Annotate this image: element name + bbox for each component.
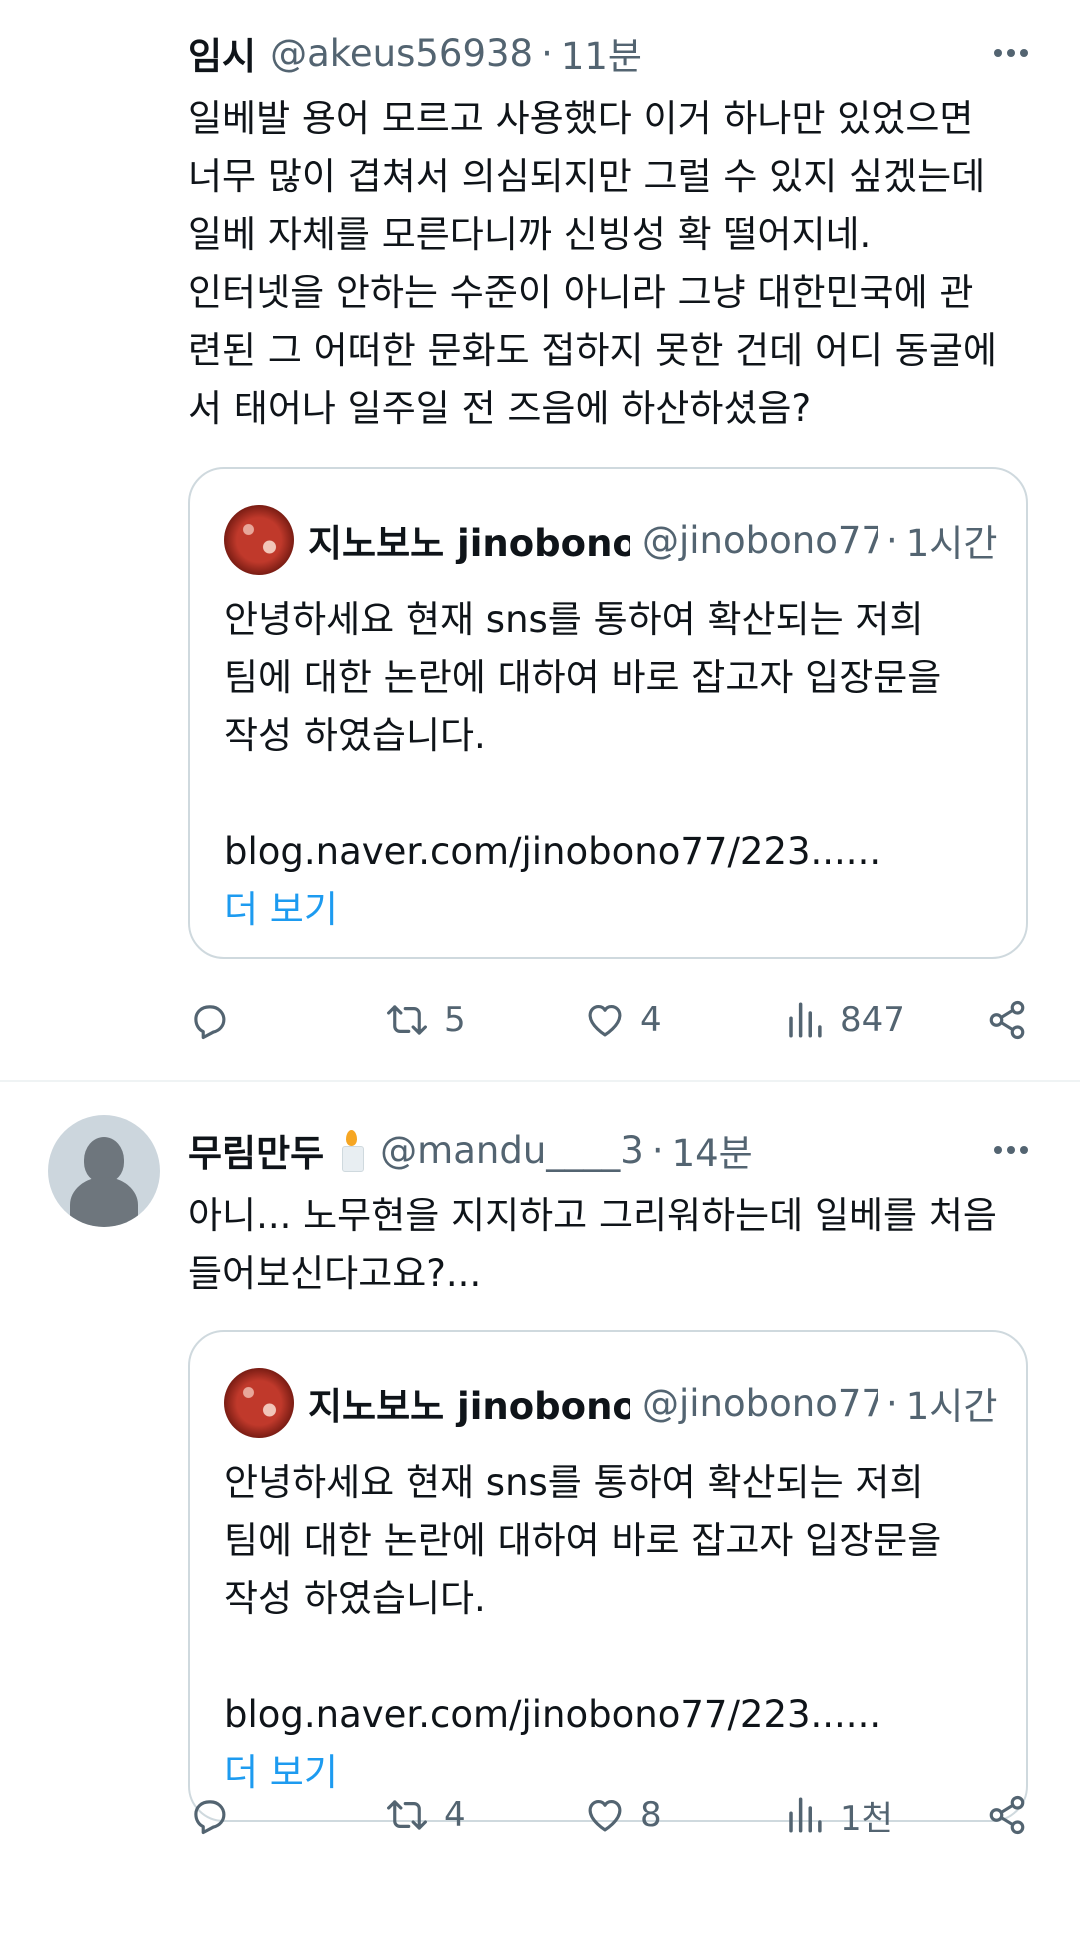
quoted-text-line: 안녕하세요 현재 sns를 통하여 확산되는 저희 [224, 598, 924, 641]
quoted-text-line: 팀에 대한 논란에 대하여 바로 잡고자 입장문을 [224, 1519, 942, 1562]
share-icon [989, 1795, 1025, 1835]
like-count: 4 [640, 1000, 662, 1040]
reply-icon [194, 1005, 226, 1040]
views-count: 1천 [840, 1798, 893, 1839]
share-button[interactable] [986, 1780, 1028, 1850]
quoted-avatar [224, 1368, 294, 1438]
quoted-author-name: 지노보노 jinobono [308, 522, 630, 565]
tweet-text-line: 아니... 노무현을 지지하고 그리워하는데 일베를 처음 [188, 1194, 997, 1237]
like-button[interactable]: 8 [584, 1780, 662, 1850]
show-more-link[interactable]: 더 보기 [224, 881, 992, 939]
timestamp[interactable]: 14분 [672, 1123, 753, 1177]
candle-emoji [340, 1130, 365, 1172]
quoted-tweet-header: 지노보노 jinobono @jinobono77 · 1시간 [224, 1368, 998, 1438]
default-avatar-shoulders [70, 1177, 138, 1227]
tweet-text: 아니... 노무현을 지지하고 그리워하는데 일베를 처음 들어보신다고요?..… [188, 1187, 1028, 1303]
separator-dot: · [886, 518, 898, 562]
tweet-text-line: 일베발 용어 모르고 사용했다 이거 하나만 있었으면 [188, 97, 974, 140]
tweet[interactable]: 임시 @akeus56938 · 11분 일베발 용어 모르고 사용했다 이거 … [0, 0, 1080, 1080]
separator-dot: · [541, 31, 553, 75]
quoted-tweet-header: 지노보노 jinobono @jinobono77 · 1시간 [224, 505, 998, 575]
quoted-text-line: 작성 하였습니다. [224, 714, 486, 757]
quoted-link[interactable]: blog.naver.com/jinobono77/223...... [224, 823, 992, 881]
tweet-content: 임시 @akeus56938 · 11분 일베발 용어 모르고 사용했다 이거 … [188, 18, 1028, 438]
author-name[interactable]: 무림만두 [188, 1123, 324, 1177]
separator-dot: · [886, 1381, 898, 1425]
quoted-author-handle: @jinobono77 [642, 518, 878, 562]
views-button[interactable]: 1천 [784, 1780, 893, 1850]
views-count: 847 [840, 1000, 905, 1040]
retweet-button[interactable]: 4 [384, 1780, 466, 1850]
more-options-icon[interactable] [994, 1140, 1028, 1160]
tweet-actions: 4 8 1천 [188, 1780, 1028, 1850]
reply-button[interactable] [188, 985, 230, 1055]
separator-dot: · [651, 1128, 664, 1172]
tweet-actions: 5 4 847 [188, 985, 1028, 1055]
author-handle[interactable]: @mandu____3 [380, 1129, 644, 1172]
tweet[interactable]: 무림만두 @mandu____3 · 14분 아니... 노무현을 지지하고 그… [0, 1085, 1080, 1945]
quoted-text-line: 작성 하였습니다. [224, 1577, 486, 1620]
quoted-tweet-text: 안녕하세요 현재 sns를 통하여 확산되는 저희 팀에 대한 논란에 대하여 … [224, 591, 992, 939]
quoted-text-line: 안녕하세요 현재 sns를 통하여 확산되는 저희 [224, 1461, 924, 1504]
retweet-icon [387, 1800, 427, 1830]
tweet-content: 무림만두 @mandu____3 · 14분 아니... 노무현을 지지하고 그… [188, 1115, 1028, 1303]
share-icon [989, 1000, 1025, 1040]
reply-icon [194, 1800, 226, 1835]
quoted-tweet-text: 안녕하세요 현재 sns를 통하여 확산되는 저희 팀에 대한 논란에 대하여 … [224, 1454, 992, 1802]
retweet-count: 5 [444, 1000, 466, 1040]
tweet-text-line: 일베 자체를 모른다니까 신빙성 확 떨어지네. [188, 213, 872, 256]
retweet-icon [387, 1005, 427, 1035]
tweet-text-line: 련된 그 어떠한 문화도 접하지 못한 건데 어디 동굴에 [188, 329, 997, 372]
heart-icon [588, 1004, 622, 1037]
reply-button[interactable] [188, 1780, 230, 1850]
tweet-text-line: 들어보신다고요?... [188, 1252, 482, 1295]
views-bar-chart-icon [789, 1797, 822, 1833]
heart-icon [588, 1799, 622, 1832]
views-button[interactable]: 847 [784, 985, 905, 1055]
like-count: 8 [640, 1795, 662, 1835]
quoted-author-handle: @jinobono77 [642, 1381, 878, 1425]
tweet-header: 무림만두 @mandu____3 · 14분 [188, 1115, 1028, 1185]
tweet-text: 일베발 용어 모르고 사용했다 이거 하나만 있었으면 너무 많이 겹쳐서 의심… [188, 90, 1028, 438]
quoted-avatar [224, 505, 294, 575]
tweet-header: 임시 @akeus56938 · 11분 [188, 18, 1028, 88]
more-options-icon[interactable] [994, 43, 1028, 63]
tweet-divider [0, 1080, 1080, 1082]
author-name[interactable]: 임시 [188, 26, 256, 80]
quoted-timestamp: 1시간 [905, 1385, 998, 1428]
author-handle[interactable]: @akeus56938 [270, 32, 533, 75]
share-button[interactable] [986, 985, 1028, 1055]
retweet-button[interactable]: 5 [384, 985, 466, 1055]
retweet-count: 4 [444, 1795, 466, 1835]
avatar[interactable] [48, 1115, 160, 1227]
quoted-text-line: 팀에 대한 논란에 대하여 바로 잡고자 입장문을 [224, 656, 942, 699]
avatar[interactable] [48, 30, 160, 142]
quoted-tweet[interactable]: 지노보노 jinobono @jinobono77 · 1시간 안녕하세요 현재… [188, 467, 1028, 959]
views-bar-chart-icon [789, 1002, 822, 1038]
quoted-timestamp: 1시간 [905, 522, 998, 565]
tweet-text-line: 너무 많이 겹쳐서 의심되지만 그럴 수 있지 싶겠는데 [188, 155, 986, 198]
quoted-tweet[interactable]: 지노보노 jinobono @jinobono77 · 1시간 안녕하세요 현재… [188, 1330, 1028, 1822]
timestamp[interactable]: 11분 [561, 26, 642, 80]
quoted-author-name: 지노보노 jinobono [308, 1385, 630, 1428]
like-button[interactable]: 4 [584, 985, 662, 1055]
tweet-text-line: 인터넷을 안하는 수준이 아니라 그냥 대한민국에 관 [188, 271, 974, 314]
tweet-text-line: 서 태어나 일주일 전 즈음에 하산하셨음? [188, 387, 812, 430]
quoted-link[interactable]: blog.naver.com/jinobono77/223...... [224, 1686, 992, 1744]
